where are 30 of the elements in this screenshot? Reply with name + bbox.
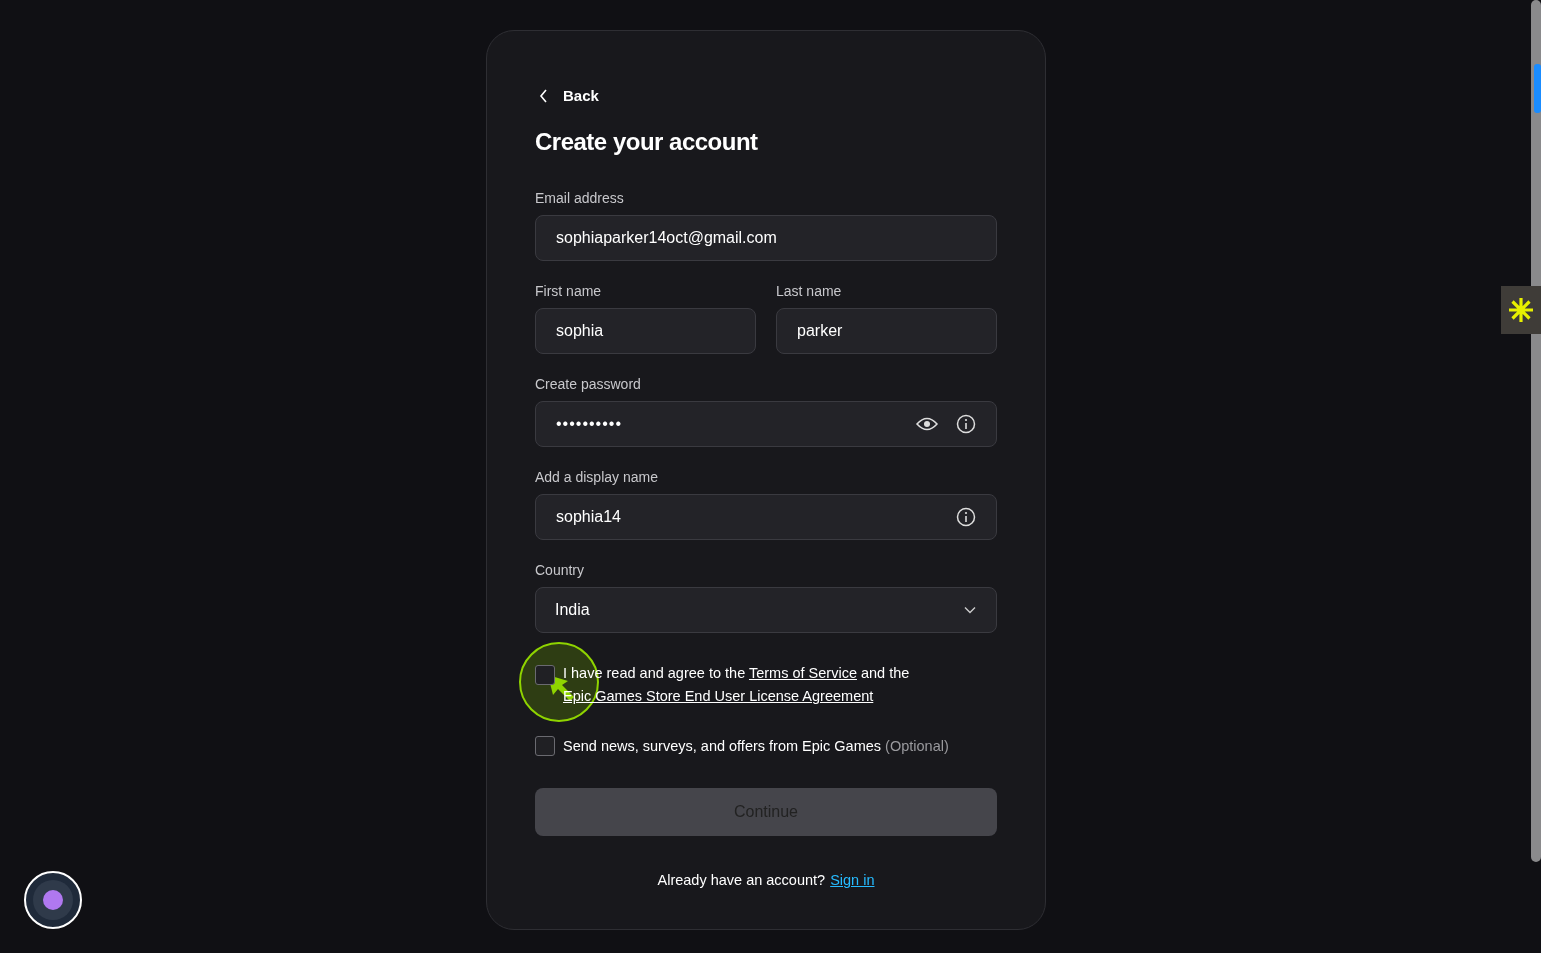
optional-note: (Optional)	[885, 737, 949, 756]
assistant-orb-button[interactable]	[24, 871, 82, 929]
field-label: Create password	[535, 376, 642, 392]
input-field[interactable]: sophia	[535, 308, 756, 354]
input-field[interactable]: sophia14	[535, 494, 997, 540]
checkbox[interactable]	[535, 736, 555, 756]
field-label: Email address	[535, 190, 625, 206]
page-title: Create your account	[535, 128, 759, 156]
side-widget-button[interactable]	[1501, 286, 1541, 334]
field-label: Country	[535, 562, 586, 578]
eye-icon[interactable]	[916, 417, 938, 431]
chevron-down-icon	[964, 606, 976, 614]
field-label: First name	[535, 283, 603, 299]
signin-prompt: Already have an account?	[657, 872, 826, 888]
input-field[interactable]: parker	[776, 308, 997, 354]
field-label: Add a display name	[535, 469, 659, 485]
checkbox[interactable]	[535, 665, 555, 685]
terms-link[interactable]: Terms of Service	[748, 665, 857, 681]
asterisk-icon	[1508, 297, 1534, 323]
input-field[interactable]: sophiaparker14oct@gmail.com	[535, 215, 997, 261]
country-dropdown[interactable]: India	[535, 587, 997, 633]
back-button[interactable]: Back	[539, 87, 599, 104]
newsletter-label: Send news, surveys, and offers from Epic Games	[563, 737, 882, 756]
info-icon[interactable]	[956, 507, 976, 527]
field-label: Last name	[776, 283, 843, 299]
chevron-left-icon	[539, 88, 549, 103]
info-icon[interactable]	[956, 414, 976, 434]
scrollbar[interactable]	[1531, 0, 1541, 862]
sign-in-link[interactable]: Sign in	[830, 872, 875, 888]
input-field[interactable]: ••••••••••	[535, 401, 997, 447]
